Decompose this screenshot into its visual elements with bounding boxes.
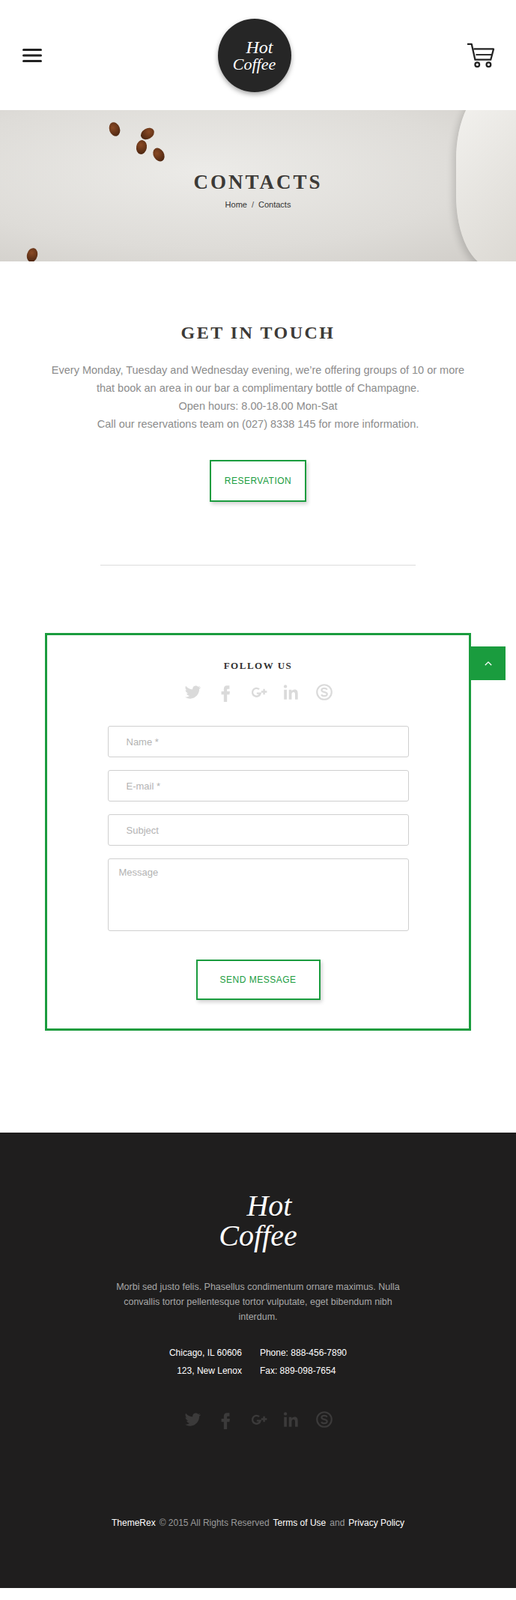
divider [100,564,416,566]
intro-text: Every Monday, Tuesday and Wednesday even… [48,360,469,433]
header: HotCoffee [0,0,516,111]
contact-line: Phone: 888-456-7890 [259,1343,347,1362]
breadcrumb-item: Contacts [258,199,291,209]
address-line: 123, New Lenox [176,1361,242,1380]
and-text: and [329,1517,345,1528]
logo-line: Hot [246,1190,292,1221]
social-links [182,682,335,702]
gplus-icon[interactable] [248,682,269,702]
coffee-cup-photo [456,110,516,262]
text-field[interactable] [107,769,409,802]
footer-logo[interactable]: HotCoffee [218,1190,297,1251]
breadcrumbs: Home/ Contacts [225,199,292,209]
coffee-bean [107,120,123,138]
address: Chicago, IL 60606123, New Lenox [169,1343,242,1380]
facebook-icon[interactable] [215,1409,236,1429]
breadcrumb-separator: / [251,199,254,209]
footer-contacts: Chicago, IL 60606123, New Lenox Phone: 88… [169,1343,347,1380]
coffee-bean [134,139,148,156]
contact-section: FOLLOW US SEND MESSAGE [0,565,516,1133]
page-banner: CONTACTS Home/ Contacts [0,110,516,262]
logo[interactable]: HotCoffee [217,18,292,93]
phones: Phone: 888-456-7890Fax: 889-098-7654 [259,1343,347,1380]
linkedin-icon[interactable] [281,682,302,702]
gplus-icon[interactable] [248,1409,269,1429]
cart-icon[interactable] [466,41,496,69]
follow-title: FOLLOW US [223,659,293,672]
page-title: CONTACTS [193,170,323,194]
coffee-bean [25,247,39,262]
section-title: GET IN TOUCH [180,322,335,344]
skype-icon[interactable] [314,1409,335,1429]
page: HotCoffeeCONTACTSHome/ContactsGET IN TOU… [0,0,516,1588]
rights-text: © 2015 All Rights Reserved [159,1517,270,1528]
brand-link[interactable]: ThemeRex [111,1517,156,1528]
coffee-bean [150,146,168,164]
get-in-touch: GET IN TOUCH Every Monday, Tuesday and We… [0,261,516,566]
form-fields [107,725,409,931]
footer: HotCoffee Morbi sed justo felis. Phasellu… [0,1132,516,1588]
address-line: Chicago, IL 60606 [169,1343,242,1362]
logo-line: Coffee [218,1220,297,1251]
twitter-icon[interactable] [182,682,203,702]
footer-social-links [182,1409,335,1429]
chevron-up-icon [484,660,493,666]
linkedin-icon[interactable] [281,1409,302,1429]
menu-icon[interactable] [22,47,42,63]
contact-line: Fax: 889-098-7654 [259,1361,347,1380]
scroll-top-button[interactable] [471,646,506,681]
breadcrumb-item[interactable]: Home [225,199,248,209]
terms-link[interactable]: Terms of Use [273,1517,327,1528]
intro-line: Every Monday, Tuesday and Wednesday even… [48,360,469,397]
text-field[interactable] [107,814,409,846]
send-message-button[interactable]: SEND MESSAGE [196,959,321,1000]
logo-line: Coffee [232,56,276,73]
text-field[interactable] [107,725,409,758]
facebook-icon[interactable] [215,682,236,702]
twitter-icon[interactable] [182,1409,203,1429]
skype-icon[interactable] [314,682,335,702]
logo-line: Hot [246,38,274,57]
contact-form: FOLLOW US SEND MESSAGE [44,632,472,1031]
privacy-link[interactable]: Privacy Policy [348,1517,405,1528]
reservation-button[interactable]: RESERVATION [209,459,308,502]
intro-line: Open hours: 8.00-18.00 Mon-Sat [48,396,469,415]
intro-line: Call our reservations team on (027) 8338… [48,414,469,433]
message-field[interactable] [107,858,409,931]
footer-text: Morbi sed justo felis. Phasellus condime… [108,1279,409,1325]
copyright: ThemeRex© 2015 All Rights ReservedTerms … [111,1517,405,1528]
